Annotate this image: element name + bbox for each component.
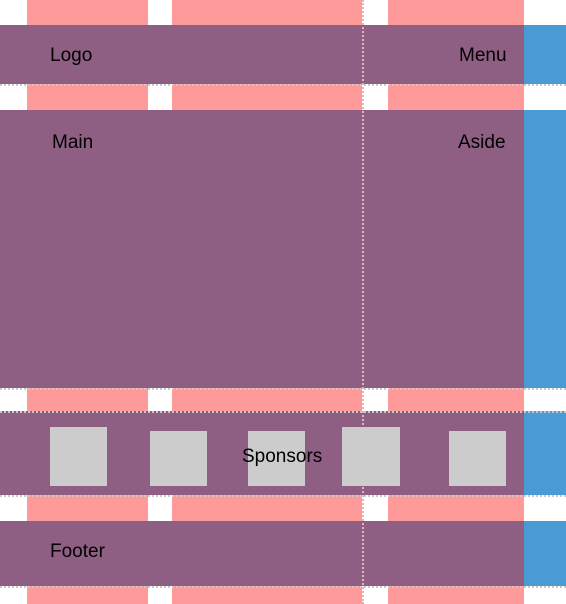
band-header-top-gutter-0	[0, 0, 27, 25]
band-main-bottom-seg-1	[172, 388, 362, 411]
region-label-sponsors: Sponsors	[242, 446, 323, 467]
band-header-top-gutter-1	[148, 0, 172, 25]
region-label-menu: Menu	[459, 45, 507, 66]
band-main-bottom-gutter-2	[362, 388, 388, 411]
band-main-bottom-gutter-3	[524, 388, 566, 411]
band-header-bottom-seg-0	[27, 84, 148, 110]
band-footer-low-gutter-3	[524, 586, 566, 604]
band-footer-low-gutter-1	[148, 586, 172, 604]
band-header-bottom-gutter-1	[148, 84, 172, 110]
grid-layout-canvas: Logo Menu Main Aside Sponsors Footer	[0, 0, 566, 604]
band-header-bottom-seg-1	[172, 84, 362, 110]
band-sponsor-low-seg-0	[27, 495, 148, 521]
band-main-bottom-gutter-1	[148, 388, 172, 411]
region-label-main: Main	[52, 132, 94, 153]
band-header-bottom-seg-2	[388, 84, 524, 110]
band-main-bottom-gutter-0	[0, 388, 27, 411]
grid-guide-vertical-0	[362, 0, 364, 604]
band-header-bottom-gutter-3	[524, 84, 566, 110]
sponsor-logo-5[interactable]	[449, 431, 506, 486]
band-main-bottom-seg-2	[388, 388, 524, 411]
band-sponsor-low-gutter-0	[0, 495, 27, 521]
band-header-top-gutter-2	[362, 0, 388, 25]
band-footer-low-seg-1	[172, 586, 362, 604]
band-header-bottom-gutter-2	[362, 84, 388, 110]
band-footer-low-gutter-2	[362, 586, 388, 604]
grid-guide-horizontal-1	[0, 388, 566, 390]
band-sponsor-low-gutter-2	[362, 495, 388, 521]
band-main-bottom-seg-0	[27, 388, 148, 411]
band-sponsor-low-seg-2	[388, 495, 524, 521]
band-header-top-seg-2	[388, 0, 524, 25]
band-header-top-seg-1	[172, 0, 362, 25]
grid-guide-horizontal-2	[0, 411, 566, 413]
grid-guide-horizontal-4	[0, 586, 566, 588]
sponsor-logo-1[interactable]	[50, 427, 107, 486]
grid-guide-horizontal-0	[0, 84, 566, 86]
band-footer-low-seg-2	[388, 586, 524, 604]
band-header-top-seg-0	[27, 0, 148, 25]
region-label-aside: Aside	[458, 132, 506, 153]
band-footer-low-seg-0	[27, 586, 148, 604]
band-footer-low-gutter-0	[0, 586, 27, 604]
region-label-logo: Logo	[50, 45, 93, 66]
band-sponsor-low-gutter-3	[524, 495, 566, 521]
band-header-bottom-gutter-0	[0, 84, 27, 110]
sponsor-logo-4[interactable]	[342, 427, 400, 486]
band-sponsor-low-gutter-1	[148, 495, 172, 521]
sponsor-logo-2[interactable]	[150, 431, 207, 486]
band-sponsor-low-seg-1	[172, 495, 362, 521]
grid-guide-horizontal-3	[0, 495, 566, 497]
band-header-top-gutter-3	[524, 0, 566, 25]
region-label-footer: Footer	[50, 541, 105, 562]
